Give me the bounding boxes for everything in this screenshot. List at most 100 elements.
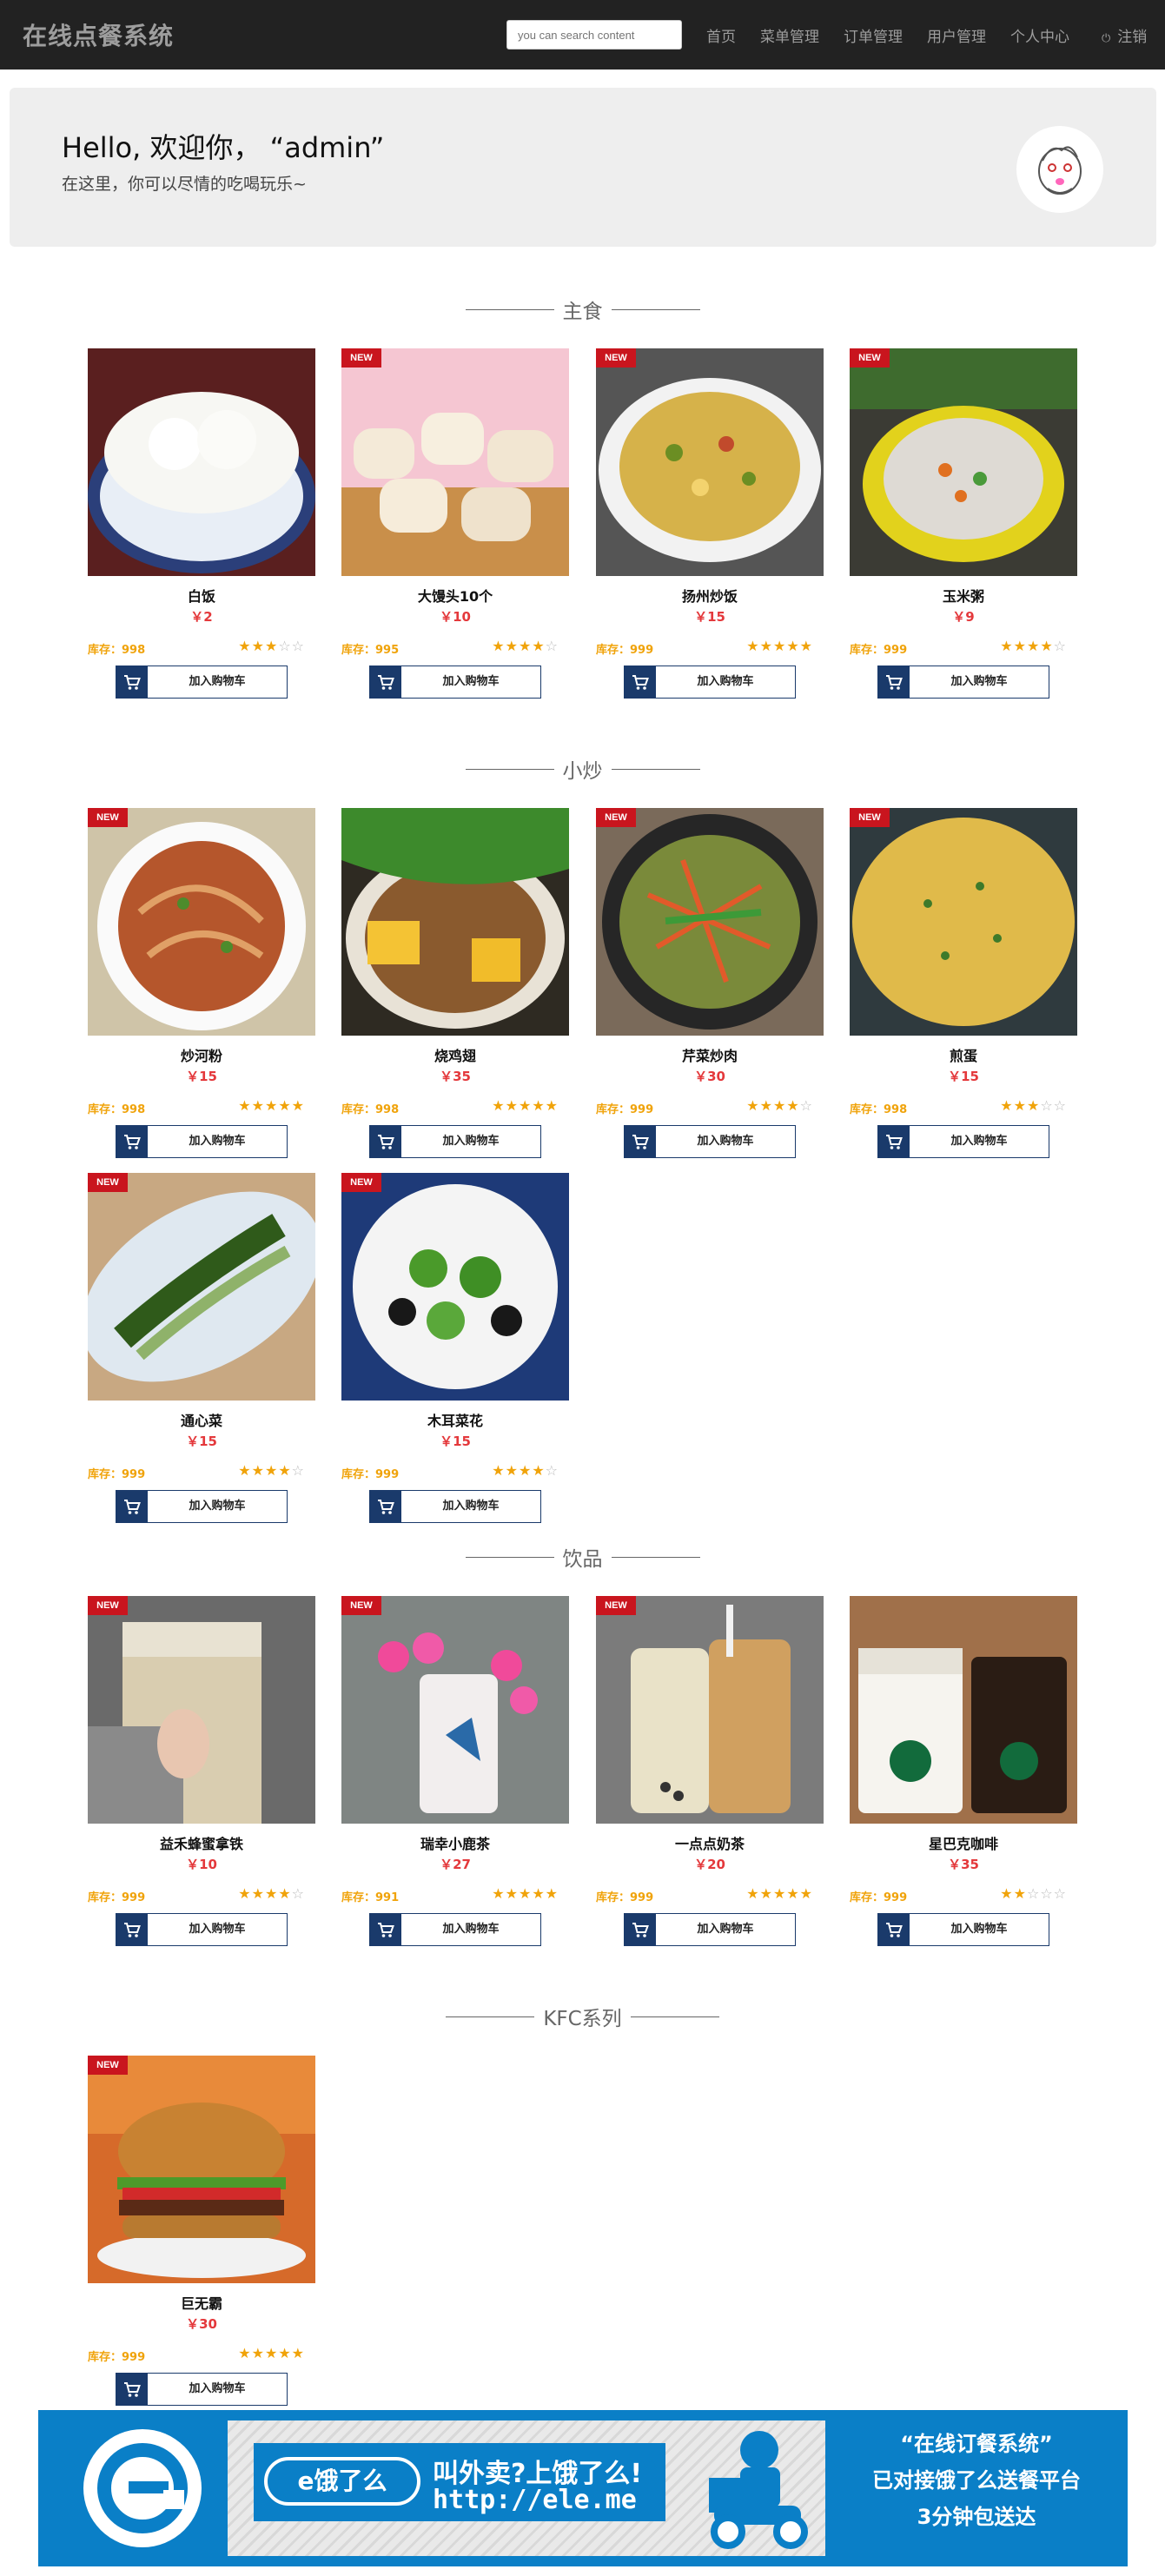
new-badge: NEW (88, 2056, 128, 2075)
dish-card: NEW 玉米粥 ￥9 库存：999 ★★★★☆ 加入购物车 (850, 348, 1077, 703)
star-filled-icon: ★ (545, 1885, 559, 1902)
dish-name[interactable]: 益禾蜂蜜拿铁 (88, 1832, 315, 1853)
dish-name[interactable]: 通心菜 (88, 1409, 315, 1430)
new-badge: NEW (88, 1173, 128, 1192)
cartoon-face-icon (1038, 146, 1082, 195)
search-input[interactable] (506, 20, 682, 50)
nav-link-user-manage[interactable]: 用户管理 (927, 24, 986, 46)
add-to-cart-button[interactable]: 加入购物车 (877, 666, 1049, 699)
add-to-cart-button[interactable]: 加入购物车 (116, 2373, 288, 2406)
dish-image[interactable]: NEW (341, 1173, 569, 1401)
add-to-cart-button[interactable]: 加入购物车 (624, 1125, 796, 1158)
nav-link-home[interactable]: 首页 (706, 24, 736, 46)
dish-image[interactable]: NEW (341, 348, 569, 576)
dish-rating: ★★★★★ (746, 638, 813, 654)
star-empty-icon: ☆ (1053, 1097, 1067, 1114)
add-to-cart-label: 加入购物车 (950, 1135, 1008, 1148)
dish-image[interactable] (341, 808, 569, 1036)
add-to-cart-button[interactable]: 加入购物车 (116, 1490, 288, 1523)
dish-name[interactable]: 玉米粥 (850, 585, 1077, 606)
dish-name[interactable]: 大馒头10个 (341, 585, 569, 606)
dish-name[interactable]: 木耳菜花 (341, 1409, 569, 1430)
star-filled-icon: ★ (278, 1462, 292, 1479)
dish-name[interactable]: 煎蛋 (850, 1044, 1077, 1065)
dish-image[interactable]: NEW (88, 1173, 315, 1401)
add-to-cart-button[interactable]: 加入购物车 (624, 1913, 796, 1946)
nav-link-order-manage[interactable]: 订单管理 (844, 24, 903, 46)
stock-label: 库存： (88, 1468, 122, 1481)
add-to-cart-label: 加入购物车 (697, 1923, 754, 1936)
dish-image[interactable]: NEW (341, 1596, 569, 1824)
new-badge: NEW (88, 1596, 128, 1615)
stock-value: 999 (884, 644, 908, 657)
add-to-cart-button[interactable]: 加入购物车 (624, 666, 796, 699)
dish-name[interactable]: 烧鸡翅 (341, 1044, 569, 1065)
add-to-cart-button[interactable]: 加入购物车 (369, 1913, 541, 1946)
add-to-cart-button[interactable]: 加入购物车 (369, 1490, 541, 1523)
add-to-cart-button[interactable]: 加入购物车 (116, 666, 288, 699)
add-to-cart-button[interactable]: 加入购物车 (877, 1913, 1049, 1946)
brand-title[interactable]: 在线点餐系统 (23, 17, 174, 52)
dish-name[interactable]: 巨无霸 (88, 2292, 315, 2313)
eleme-banner[interactable]: e饿了么 叫外卖?上饿了么! http://ele.me “在线订餐系统” 已对… (38, 2410, 1128, 2566)
section-title: 小炒 (0, 756, 1165, 783)
dish-image[interactable]: NEW (88, 808, 315, 1036)
dish-name[interactable]: 炒河粉 (88, 1044, 315, 1065)
dish-price: ￥30 (694, 1069, 725, 1084)
logout-link[interactable]: ⏻ 注销 (1102, 24, 1147, 46)
star-filled-icon: ★ (251, 1885, 265, 1902)
add-to-cart-button[interactable]: 加入购物车 (116, 1913, 288, 1946)
dish-name[interactable]: 瑞幸小鹿茶 (341, 1832, 569, 1853)
dish-image[interactable] (850, 1596, 1077, 1824)
add-to-cart-label: 加入购物车 (189, 2382, 246, 2395)
dish-card: NEW 通心菜 ￥15 库存：999 ★★★★☆ 加入购物车 (88, 1173, 315, 1527)
dish-image[interactable]: NEW (850, 808, 1077, 1036)
dish-rating: ★★★★★ (492, 1885, 559, 1902)
dish-card: NEW 扬州炒饭 ￥15 库存：999 ★★★★★ 加入购物车 (596, 348, 824, 703)
add-to-cart-button[interactable]: 加入购物车 (369, 1125, 541, 1158)
dish-name[interactable]: 星巴克咖啡 (850, 1832, 1077, 1853)
add-to-cart-button[interactable]: 加入购物车 (877, 1125, 1049, 1158)
section-title: 主食 (0, 296, 1165, 323)
dish-image[interactable]: NEW (88, 1596, 315, 1824)
welcome-subtitle: 在这里，你可以尽情的吃喝玩乐~ (62, 175, 307, 194)
dish-price: ￥2 (190, 609, 213, 625)
avatar[interactable] (1016, 126, 1103, 213)
fungus-broccoli-image (341, 1173, 569, 1401)
welcome-greeting: Hello, 欢迎你， “admin” (62, 131, 385, 164)
star-filled-icon: ★ (1040, 638, 1054, 654)
shopping-cart-icon (625, 1914, 656, 1945)
stock-value: 998 (122, 644, 146, 657)
dish-image[interactable]: NEW (850, 348, 1077, 576)
add-to-cart-button[interactable]: 加入购物车 (116, 1125, 288, 1158)
dish-stock: 库存：991 (341, 1888, 399, 1904)
add-to-cart-button[interactable]: 加入购物车 (369, 666, 541, 699)
dish-image[interactable]: NEW (596, 808, 824, 1036)
new-badge: NEW (596, 808, 636, 827)
dish-image[interactable]: NEW (596, 348, 824, 576)
omelette-image (850, 808, 1077, 1036)
section-title-text: KFC系列 (543, 2008, 622, 2030)
dish-name[interactable]: 一点点奶茶 (596, 1832, 824, 1853)
dish-stock: 库存：999 (88, 1888, 145, 1904)
stock-value: 998 (884, 1103, 908, 1116)
logout-label: 注销 (1117, 29, 1148, 46)
dish-name[interactable]: 白饭 (88, 585, 315, 606)
dish-stock: 库存：999 (88, 1465, 145, 1481)
dish-name[interactable]: 芹菜炒肉 (596, 1044, 824, 1065)
dish-image[interactable] (88, 348, 315, 576)
dish-stock: 库存：999 (596, 640, 653, 657)
nav-link-profile[interactable]: 个人中心 (1010, 24, 1069, 46)
nav-link-menu-manage[interactable]: 菜单管理 (760, 24, 819, 46)
dish-image[interactable]: NEW (88, 2056, 315, 2283)
dish-image[interactable]: NEW (596, 1596, 824, 1824)
star-filled-icon: ★ (1000, 1885, 1014, 1902)
star-filled-icon: ★ (238, 1885, 252, 1902)
dish-name[interactable]: 扬州炒饭 (596, 585, 824, 606)
dish-stock: 库存：998 (850, 1100, 907, 1116)
star-filled-icon: ★ (746, 638, 760, 654)
star-filled-icon: ★ (505, 638, 519, 654)
star-empty-icon: ☆ (799, 1097, 813, 1114)
dish-card: NEW 益禾蜂蜜拿铁 ￥10 库存：999 ★★★★☆ 加入购物车 (88, 1596, 315, 1950)
star-empty-icon: ☆ (1040, 1885, 1054, 1902)
